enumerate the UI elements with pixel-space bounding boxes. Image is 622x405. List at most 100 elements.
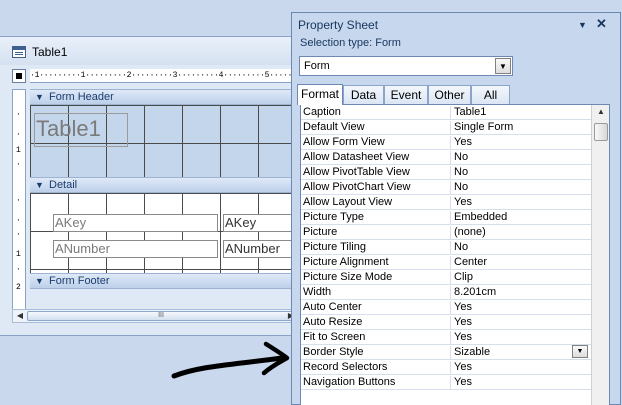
property-name: Border Style (303, 346, 451, 360)
tab-format[interactable]: Format (297, 84, 343, 105)
form-design-surface[interactable]: ▼ Form Header Table1 ▼ Detail AKey AKey … (30, 89, 299, 321)
scroll-thumb[interactable]: III (27, 311, 295, 321)
detail-section-bar[interactable]: ▼ Detail (30, 177, 299, 193)
property-row[interactable]: Allow Datasheet View No (301, 150, 591, 165)
akey-label-control[interactable]: AKey (53, 214, 218, 232)
property-value[interactable]: Yes (454, 136, 589, 150)
property-value[interactable]: Embedded (454, 211, 589, 225)
vruler-mark: · (16, 160, 21, 169)
property-value[interactable]: (none) (454, 226, 589, 240)
horizontal-ruler: ·1·········1·········2·········3········… (30, 69, 299, 83)
pane-menu-icon[interactable]: ▼ (578, 20, 587, 30)
form-title-label-control[interactable]: Table1 (34, 113, 128, 147)
vruler-mark: · (16, 130, 21, 139)
property-name: Picture Type (303, 211, 451, 225)
property-row[interactable]: Fit to Screen Yes (301, 330, 591, 345)
vruler-mark: 1 (16, 146, 21, 155)
property-row[interactable]: Default View Single Form (301, 120, 591, 135)
form-header-section[interactable]: Table1 (30, 105, 299, 177)
vruler-mark: 2 (16, 283, 21, 292)
property-row[interactable]: Picture (none) (301, 225, 591, 240)
property-row[interactable]: Picture Alignment Center (301, 255, 591, 270)
detail-section[interactable]: AKey AKey ANumber ANumber (30, 193, 299, 273)
object-selector-value: Form (304, 60, 330, 72)
property-row[interactable]: Allow Layout View Yes (301, 195, 591, 210)
property-value[interactable]: No (454, 166, 589, 180)
property-value[interactable]: Table1 (454, 106, 589, 120)
property-row[interactable]: Picture Tiling No (301, 240, 591, 255)
akey-textbox-control[interactable]: AKey (223, 214, 299, 232)
property-value[interactable]: Sizable (454, 346, 589, 360)
property-value[interactable]: Yes (454, 301, 589, 315)
form-selector-box[interactable] (12, 69, 26, 83)
property-name: Fit to Screen (303, 331, 451, 345)
property-sheet-title: Property Sheet (298, 18, 379, 32)
property-value[interactable]: Yes (454, 376, 589, 390)
property-vertical-scrollbar[interactable]: ▲ (591, 105, 609, 405)
property-row[interactable]: Picture Type Embedded (301, 210, 591, 225)
property-value[interactable]: Clip (454, 271, 589, 285)
property-row[interactable]: Allow PivotTable View No (301, 165, 591, 180)
property-name: Auto Resize (303, 316, 451, 330)
property-row[interactable]: Picture Size Mode Clip (301, 270, 591, 285)
property-row[interactable]: Caption Table1 (301, 105, 591, 120)
tab-data[interactable]: Data (343, 85, 384, 104)
property-name: Caption (303, 106, 451, 120)
object-selector-combo[interactable]: Form ▼ (299, 56, 513, 76)
property-row[interactable]: Border Style Sizable ▼ (301, 345, 591, 360)
vruler-mark: · (16, 110, 21, 119)
property-row[interactable]: Record Selectors Yes (301, 360, 591, 375)
scroll-left-icon[interactable]: ◀ (14, 311, 26, 321)
property-name: Default View (303, 121, 451, 135)
vruler-mark: · (16, 216, 21, 225)
close-icon[interactable]: ✕ (596, 16, 607, 32)
property-value[interactable]: 8.201cm (454, 286, 589, 300)
property-value[interactable]: No (454, 241, 589, 255)
chevron-down-icon[interactable]: ▼ (572, 345, 588, 358)
property-value[interactable]: Yes (454, 196, 589, 210)
anumber-textbox-control[interactable]: ANumber (223, 240, 299, 258)
property-value[interactable]: Single Form (454, 121, 589, 135)
property-row[interactable]: Allow PivotChart View No (301, 180, 591, 195)
property-row[interactable]: Allow Form View Yes (301, 135, 591, 150)
property-value[interactable]: No (454, 181, 589, 195)
form-footer-bar[interactable]: ▼ Form Footer (30, 273, 299, 289)
property-row[interactable]: Navigation Buttons Yes (301, 375, 591, 390)
scroll-up-icon[interactable]: ▲ (594, 107, 608, 121)
tab-other[interactable]: Other (428, 85, 471, 104)
form-header-bar[interactable]: ▼ Form Header (30, 89, 299, 105)
property-value[interactable]: Yes (454, 331, 589, 345)
vruler-mark: · (16, 196, 21, 205)
form-header-label: Form Header (49, 91, 114, 103)
property-sheet-pane: Property Sheet ▼ ✕ Selection type: Form … (291, 12, 621, 405)
vruler-mark: · (16, 265, 21, 274)
property-value[interactable]: Yes (454, 316, 589, 330)
property-row[interactable]: Width 8.201cm (301, 285, 591, 300)
scroll-thumb[interactable] (594, 123, 608, 141)
detail-label: Detail (49, 179, 78, 191)
property-value[interactable]: Yes (454, 361, 589, 375)
property-value[interactable]: Center (454, 256, 589, 270)
property-name: Allow PivotChart View (303, 181, 451, 195)
property-name: Allow PivotTable View (303, 166, 451, 180)
property-value[interactable]: No (454, 151, 589, 165)
collapse-arrow-icon: ▼ (35, 92, 44, 102)
form-titlebar[interactable]: Table1 (0, 37, 299, 65)
annotation-arrow-icon (171, 341, 290, 379)
property-row[interactable]: Auto Center Yes (301, 300, 591, 315)
form-design-window: Table1 ·1·········1·········2·········3·… (0, 36, 300, 336)
tab-all[interactable]: All (471, 85, 510, 104)
vertical-ruler: · · 1 · · · · 1 · 2 (12, 89, 26, 321)
vruler-mark: 1 (16, 250, 21, 259)
tab-event[interactable]: Event (384, 85, 428, 104)
collapse-arrow-icon: ▼ (35, 276, 44, 286)
property-name: Allow Datasheet View (303, 151, 451, 165)
property-name: Picture Alignment (303, 256, 451, 270)
property-name: Auto Center (303, 301, 451, 315)
property-tabs: Format Data Event Other All (297, 84, 621, 105)
anumber-label-control[interactable]: ANumber (53, 240, 218, 258)
horizontal-scrollbar[interactable]: ◀ III ▶ (12, 309, 299, 323)
chevron-down-icon[interactable]: ▼ (495, 58, 511, 74)
collapse-arrow-icon: ▼ (35, 180, 44, 190)
property-row[interactable]: Auto Resize Yes (301, 315, 591, 330)
